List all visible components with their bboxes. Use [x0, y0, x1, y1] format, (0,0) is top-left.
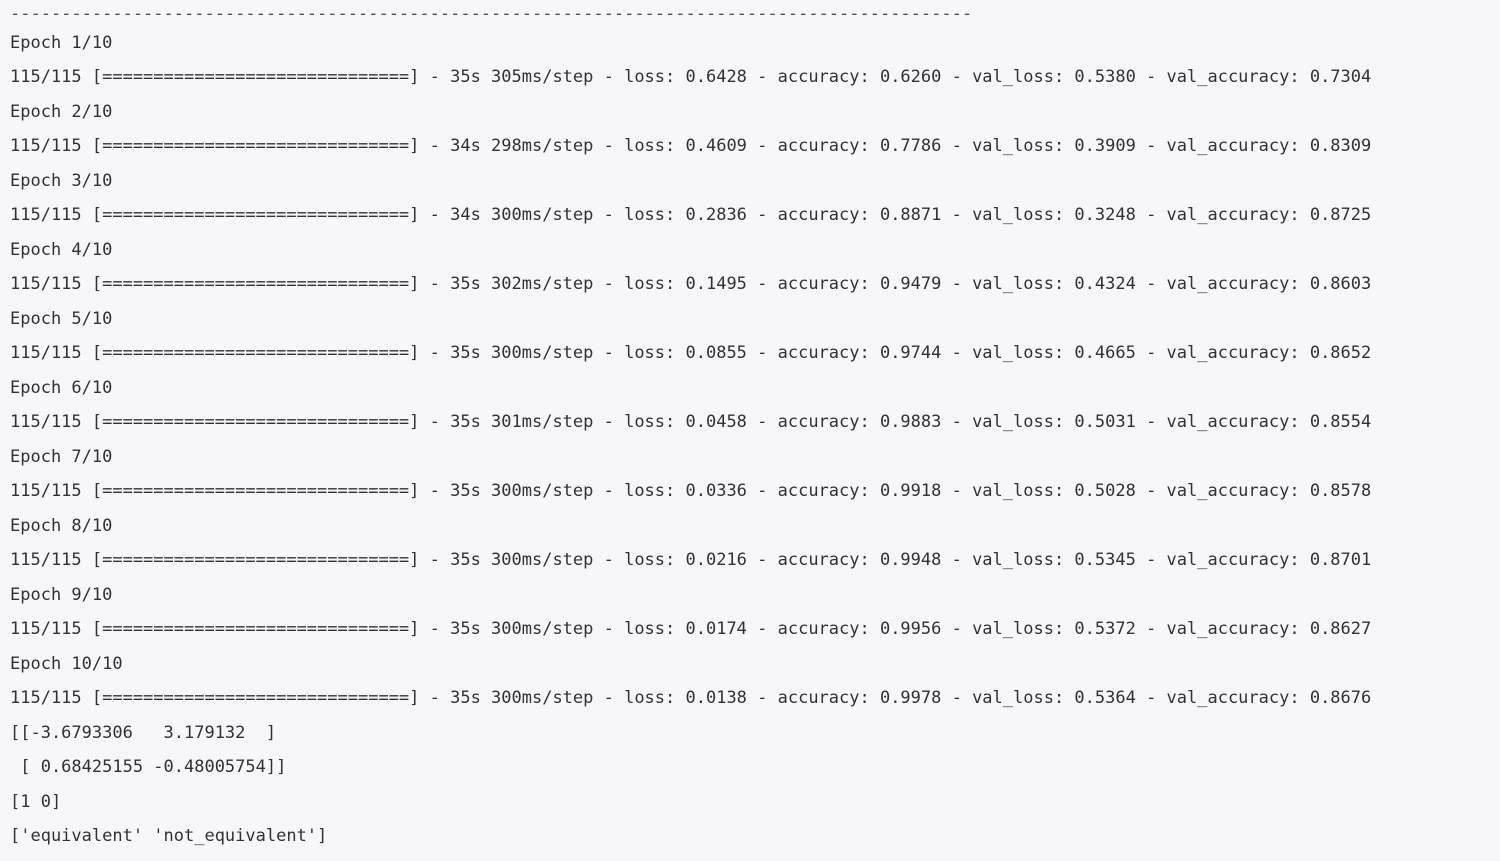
epoch-progress: 115/115 [==============================]…	[10, 550, 1372, 570]
epoch-label: Epoch 1/10	[10, 33, 113, 53]
epoch-progress: 115/115 [==============================]…	[10, 412, 1372, 432]
epoch-label: Epoch 9/10	[10, 585, 113, 605]
output-line: ['equivalent' 'not_equivalent']	[10, 826, 328, 846]
epoch-progress: 115/115 [==============================]…	[10, 67, 1372, 87]
epoch-progress: 115/115 [==============================]…	[10, 343, 1372, 363]
epoch-progress: 115/115 [==============================]…	[10, 688, 1372, 708]
output-line: [[-3.6793306 3.179132 ]	[10, 723, 277, 743]
epoch-progress: 115/115 [==============================]…	[10, 619, 1372, 639]
epoch-label: Epoch 5/10	[10, 309, 113, 329]
epoch-label: Epoch 6/10	[10, 378, 113, 398]
console-output: ----------------------------------------…	[0, 0, 1500, 861]
output-line: [1 0]	[10, 792, 62, 812]
epoch-label: Epoch 8/10	[10, 516, 113, 536]
separator-line: ----------------------------------------…	[10, 4, 973, 24]
output-line: [ 0.68425155 -0.48005754]]	[10, 757, 287, 777]
epoch-progress: 115/115 [==============================]…	[10, 205, 1372, 225]
epoch-label: Epoch 2/10	[10, 102, 113, 122]
epoch-label: Epoch 4/10	[10, 240, 113, 260]
epoch-progress: 115/115 [==============================]…	[10, 136, 1372, 156]
epoch-label: Epoch 10/10	[10, 654, 123, 674]
epoch-label: Epoch 7/10	[10, 447, 113, 467]
epoch-progress: 115/115 [==============================]…	[10, 274, 1372, 294]
epoch-progress: 115/115 [==============================]…	[10, 481, 1372, 501]
epoch-label: Epoch 3/10	[10, 171, 113, 191]
